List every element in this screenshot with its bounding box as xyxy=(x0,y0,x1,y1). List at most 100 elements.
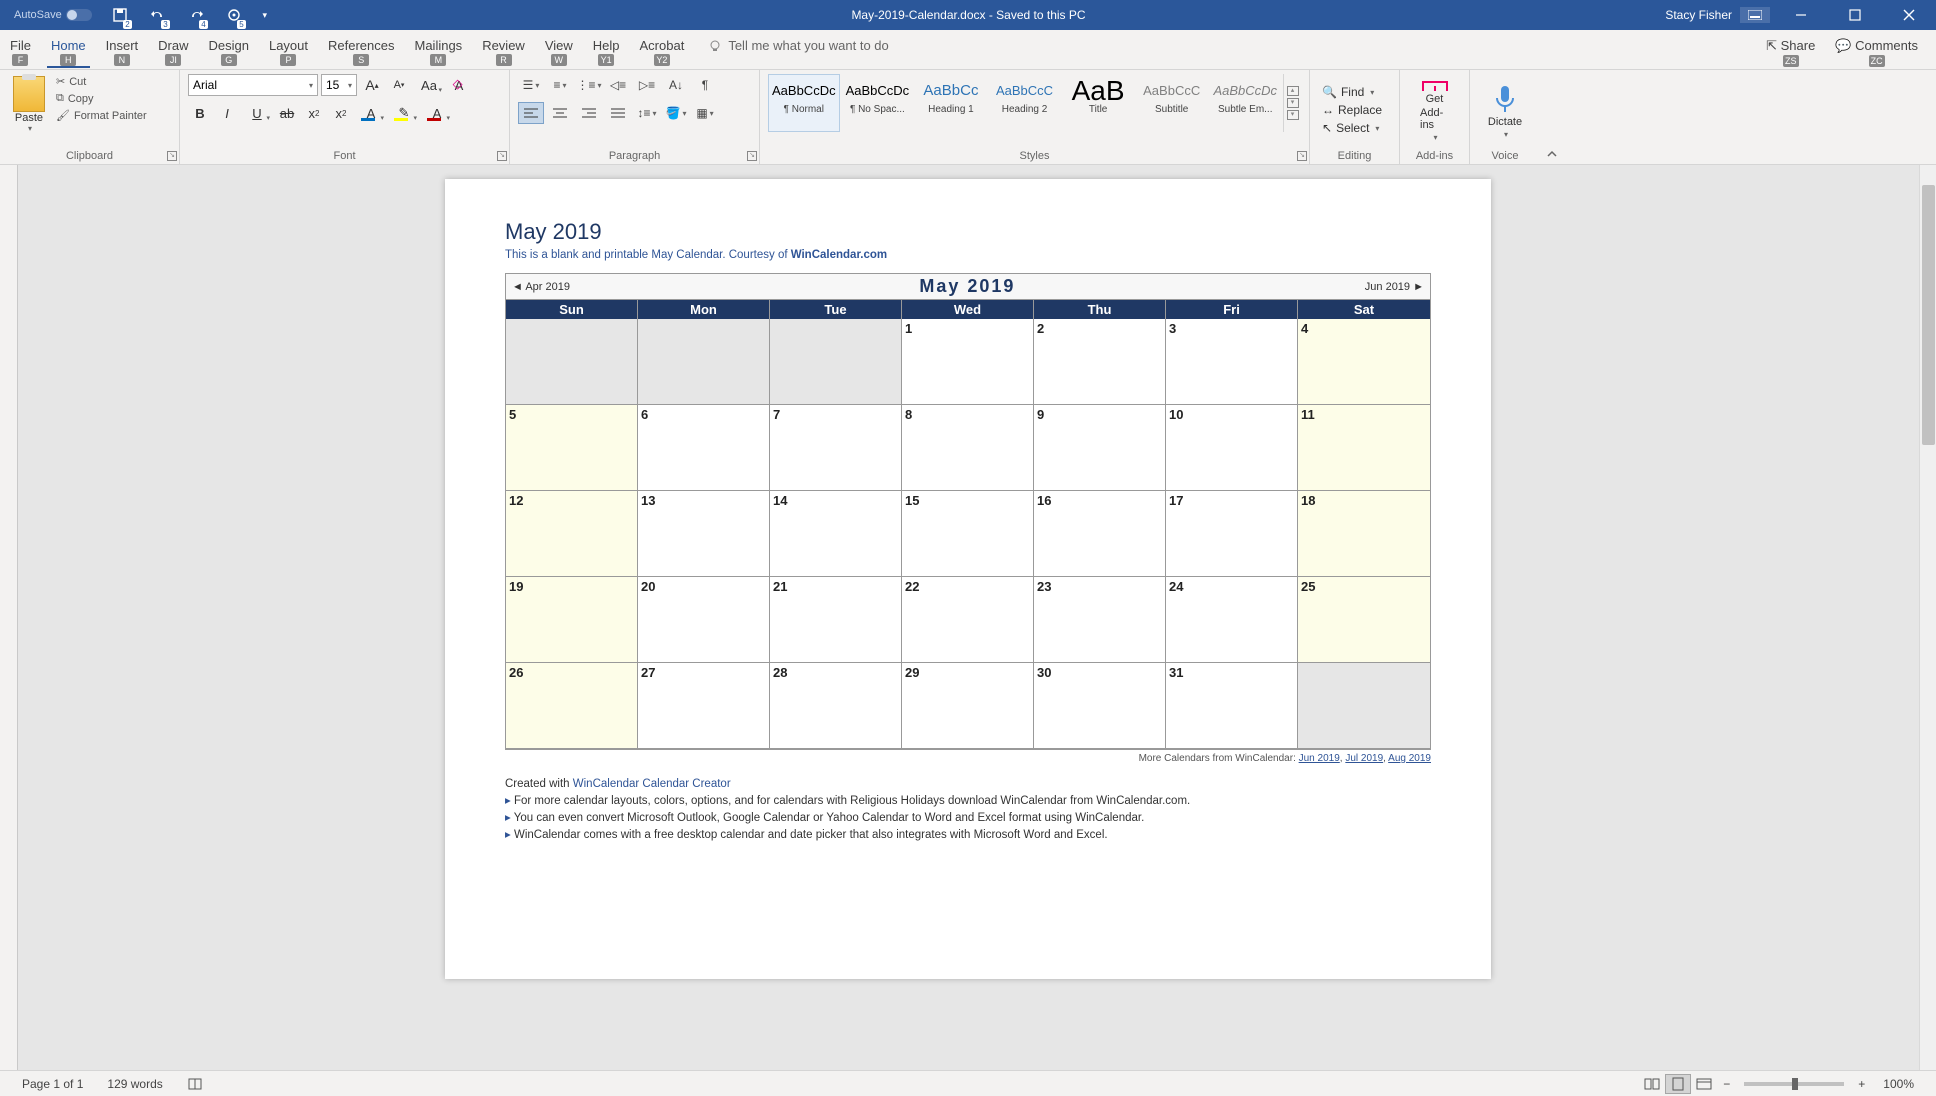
calendar-cell[interactable]: 30 xyxy=(1034,663,1166,749)
underline-button[interactable]: U▾ xyxy=(242,102,272,124)
next-month-link[interactable]: Jun 2019 ► xyxy=(1365,281,1424,293)
calendar-cell[interactable]: 29 xyxy=(902,663,1034,749)
style-subtitle[interactable]: AaBbCcCSubtitle xyxy=(1136,74,1208,132)
calendar-cell[interactable]: 22 xyxy=(902,577,1034,663)
calendar-cell[interactable]: 3 xyxy=(1166,319,1298,405)
maximize-button[interactable] xyxy=(1832,0,1878,30)
clear-formatting-button[interactable]: A◇ xyxy=(447,74,471,96)
calendar-cell[interactable]: 31 xyxy=(1166,663,1298,749)
tab-insert[interactable]: InsertN xyxy=(96,34,149,66)
calendar-cell[interactable]: 8 xyxy=(902,405,1034,491)
bold-button[interactable]: B xyxy=(188,102,212,124)
calendar-cell[interactable]: 7 xyxy=(770,405,902,491)
print-layout-button[interactable] xyxy=(1665,1074,1691,1094)
more-link[interactable]: Jun 2019 xyxy=(1299,753,1340,764)
calendar-cell[interactable]: 18 xyxy=(1298,491,1430,577)
tab-review[interactable]: ReviewR xyxy=(472,34,535,66)
dialog-launcher[interactable]: ↘ xyxy=(167,151,177,161)
style-subtle-em---[interactable]: AaBbCcDcSubtle Em... xyxy=(1209,74,1281,132)
calendar-cell[interactable]: 2 xyxy=(1034,319,1166,405)
change-case-button[interactable]: Aa▾ xyxy=(414,74,444,96)
share-button[interactable]: ⇱ ShareZS xyxy=(1758,34,1823,71)
more-link[interactable]: Aug 2019 xyxy=(1388,753,1431,764)
numbering-button[interactable]: ≡▾ xyxy=(547,74,573,96)
find-button[interactable]: 🔍Find▾ xyxy=(1318,84,1391,100)
style-heading-1[interactable]: AaBbCcHeading 1 xyxy=(915,74,987,132)
proofing-button[interactable] xyxy=(175,1076,215,1092)
zoom-out-button[interactable]: − xyxy=(1717,1077,1736,1091)
collapse-ribbon-button[interactable] xyxy=(1540,70,1564,164)
calendar-cell[interactable]: 5 xyxy=(506,405,638,491)
wincalendar-link[interactable]: WinCalendar.com xyxy=(791,249,887,261)
subscript-button[interactable]: x2 xyxy=(302,102,326,124)
read-mode-button[interactable] xyxy=(1639,1074,1665,1094)
comments-button[interactable]: 💬 CommentsZC xyxy=(1827,34,1926,71)
vertical-ruler[interactable] xyxy=(0,165,18,1070)
copy-button[interactable]: ⧉Copy xyxy=(54,91,149,106)
align-center-button[interactable] xyxy=(547,102,573,124)
style---no-spac---[interactable]: AaBbCcDc¶ No Spac... xyxy=(842,74,914,132)
more-link[interactable]: Jul 2019 xyxy=(1345,753,1383,764)
replace-button[interactable]: ↔Replace xyxy=(1318,102,1391,118)
page-count[interactable]: Page 1 of 1 xyxy=(10,1077,95,1091)
qat-redo-button[interactable]: 4 xyxy=(182,3,210,27)
scroll-thumb[interactable] xyxy=(1922,185,1935,445)
qat-customize-button[interactable]: ▾ xyxy=(258,3,272,27)
zoom-level[interactable]: 100% xyxy=(1871,1077,1926,1091)
tab-file[interactable]: FileF xyxy=(0,34,41,66)
tab-references[interactable]: ReferencesS xyxy=(318,34,404,66)
font-size-combo[interactable]: 15▾ xyxy=(321,74,357,96)
tab-draw[interactable]: DrawJI xyxy=(148,34,198,66)
align-right-button[interactable] xyxy=(576,102,602,124)
qat-touch-button[interactable]: 5 xyxy=(220,3,248,27)
format-painter-button[interactable]: 🖌Format Painter xyxy=(54,108,149,123)
calendar-cell[interactable]: 6 xyxy=(638,405,770,491)
calendar-cell[interactable]: 9 xyxy=(1034,405,1166,491)
show-marks-button[interactable]: ¶ xyxy=(692,74,718,96)
multilevel-button[interactable]: ⋮≡▾ xyxy=(576,74,602,96)
display-options-button[interactable] xyxy=(1740,7,1770,23)
dialog-launcher[interactable]: ↘ xyxy=(747,151,757,161)
calendar-cell[interactable]: 1 xyxy=(902,319,1034,405)
calendar-cell[interactable]: 13 xyxy=(638,491,770,577)
font-color-button[interactable]: A▾ xyxy=(422,102,452,124)
highlight-button[interactable]: ✎▾ xyxy=(389,102,419,124)
calendar-cell[interactable]: 23 xyxy=(1034,577,1166,663)
close-button[interactable] xyxy=(1886,0,1932,30)
dialog-launcher[interactable]: ↘ xyxy=(1297,151,1307,161)
paste-button[interactable]: Paste ▾ xyxy=(8,74,50,146)
calendar-cell[interactable]: 14 xyxy=(770,491,902,577)
line-spacing-button[interactable]: ↕≡▾ xyxy=(634,102,660,124)
increase-indent-button[interactable]: ▷≡ xyxy=(634,74,660,96)
calendar-cell[interactable]: 15 xyxy=(902,491,1034,577)
superscript-button[interactable]: x2 xyxy=(329,102,353,124)
tab-layout[interactable]: LayoutP xyxy=(259,34,318,66)
calendar-cell[interactable] xyxy=(638,319,770,405)
calendar-cell[interactable]: 4 xyxy=(1298,319,1430,405)
style---normal[interactable]: AaBbCcDc¶ Normal xyxy=(768,74,840,132)
calendar-cell[interactable] xyxy=(506,319,638,405)
tab-home[interactable]: HomeH xyxy=(41,34,96,66)
shading-button[interactable]: 🪣▾ xyxy=(663,102,689,124)
justify-button[interactable] xyxy=(605,102,631,124)
calendar-cell[interactable]: 27 xyxy=(638,663,770,749)
sort-button[interactable]: A↓ xyxy=(663,74,689,96)
zoom-slider[interactable] xyxy=(1744,1082,1844,1086)
word-count[interactable]: 129 words xyxy=(95,1077,174,1091)
dictate-button[interactable]: Dictate▾ xyxy=(1478,74,1532,146)
style-heading-2[interactable]: AaBbCcCHeading 2 xyxy=(989,74,1061,132)
italic-button[interactable]: I xyxy=(215,102,239,124)
calendar-cell[interactable]: 28 xyxy=(770,663,902,749)
user-name[interactable]: Stacy Fisher xyxy=(1665,8,1732,22)
tab-acrobat[interactable]: AcrobatY2 xyxy=(630,34,695,66)
tab-design[interactable]: DesignG xyxy=(199,34,259,66)
qat-save-button[interactable]: 2 xyxy=(106,3,134,27)
decrease-indent-button[interactable]: ◁≡ xyxy=(605,74,631,96)
cut-button[interactable]: ✂Cut xyxy=(54,74,149,89)
calendar-cell[interactable]: 16 xyxy=(1034,491,1166,577)
strikethrough-button[interactable]: ab xyxy=(275,102,299,124)
calendar-cell[interactable]: 25 xyxy=(1298,577,1430,663)
calendar-cell[interactable]: 10 xyxy=(1166,405,1298,491)
select-button[interactable]: ↖Select▾ xyxy=(1318,120,1391,136)
creator-link[interactable]: WinCalendar Calendar Creator xyxy=(573,778,731,790)
